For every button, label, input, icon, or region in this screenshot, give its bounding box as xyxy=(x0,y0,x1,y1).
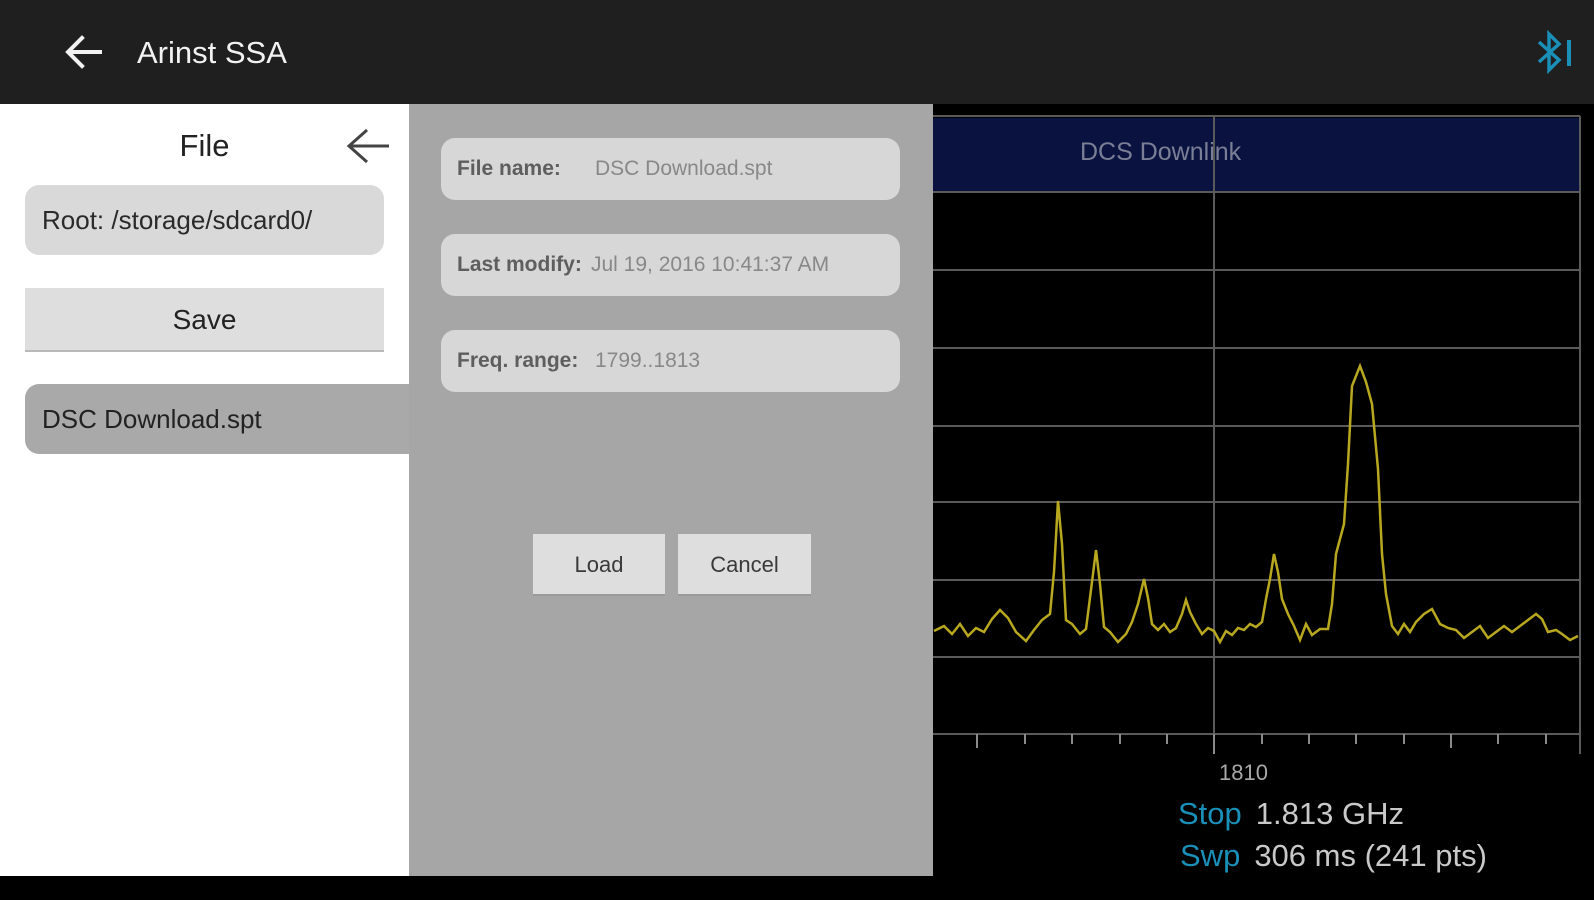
file-name-field: File name: DSC Download.spt xyxy=(441,138,900,200)
file-name-label: File name: xyxy=(457,157,561,180)
app-title: Arinst SSA xyxy=(137,35,287,70)
save-button[interactable]: Save xyxy=(25,288,384,352)
file-details-panel: File name: DSC Download.spt Last modify: J… xyxy=(409,104,933,876)
back-arrow-icon[interactable] xyxy=(64,34,104,70)
bluetooth-icon[interactable] xyxy=(1533,30,1577,74)
grid xyxy=(930,115,1581,754)
stop-key: Stop xyxy=(1178,796,1242,831)
stop-readout: Stop 1.813 GHz xyxy=(1178,795,1404,833)
freq-range-field: Freq. range: 1799..1813 xyxy=(441,330,900,392)
freq-range-value: 1799..1813 xyxy=(595,349,701,372)
close-panel-arrow-icon[interactable] xyxy=(345,126,391,166)
cancel-button[interactable]: Cancel xyxy=(678,534,811,596)
last-modify-value: Jul 19, 2016 10:41:37 AM xyxy=(591,253,830,276)
last-modify-label: Last modify: xyxy=(457,253,582,276)
swp-value: 306 ms (241 pts) xyxy=(1254,838,1487,873)
root-path-button[interactable]: Root: /storage/sdcard0/ xyxy=(25,185,384,255)
stop-value: 1.813 GHz xyxy=(1255,796,1404,831)
axis-ticks xyxy=(976,734,1547,754)
file-name-value: DSC Download.spt xyxy=(595,157,773,180)
swp-key: Swp xyxy=(1180,838,1241,873)
load-button[interactable]: Load xyxy=(533,534,665,596)
bottom-bar xyxy=(0,876,1594,900)
file-panel: File Root: /storage/sdcard0/ Save DSC Do… xyxy=(0,104,425,876)
x-tick-label: 1810 xyxy=(1219,760,1268,785)
file-list-item[interactable]: DSC Download.spt xyxy=(25,384,425,454)
sweep-readout: Swp 306 ms (241 pts) xyxy=(1180,837,1487,875)
freq-range-label: Freq. range: xyxy=(457,349,579,372)
last-modify-field: Last modify: Jul 19, 2016 10:41:37 AM xyxy=(441,234,900,296)
app-bar: Arinst SSA xyxy=(0,0,1594,104)
spectrum-trace xyxy=(933,362,1579,645)
